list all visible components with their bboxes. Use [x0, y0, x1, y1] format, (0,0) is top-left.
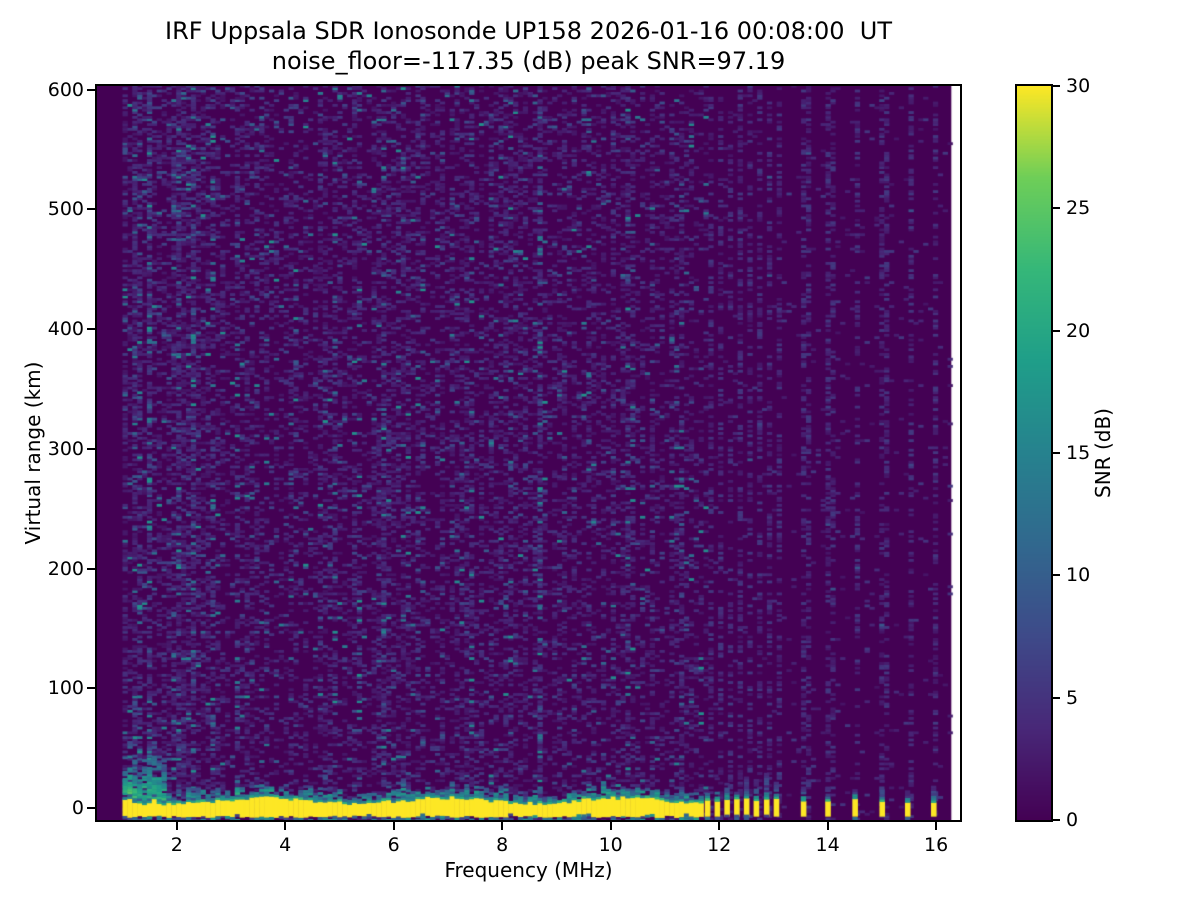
colorbar-tick-label: 15 [1066, 442, 1091, 464]
x-tick-label: 8 [496, 834, 509, 856]
x-tick-label: 10 [598, 834, 623, 856]
colorbar-tick [1053, 329, 1060, 332]
y-tick [87, 208, 95, 211]
x-tick [609, 822, 612, 830]
heatmap-canvas [97, 86, 960, 820]
colorbar-tick-label: 30 [1066, 75, 1091, 97]
y-tick [87, 328, 95, 331]
y-tick-label: 600 [47, 78, 84, 101]
x-tick-label: 14 [815, 834, 840, 856]
x-axis-label: Frequency (MHz) [444, 858, 613, 882]
x-tick [718, 822, 721, 830]
x-tick [284, 822, 287, 830]
colorbar-tick-label: 25 [1066, 197, 1091, 220]
colorbar-tick [1053, 819, 1060, 821]
x-tick [501, 822, 504, 830]
y-tick [87, 567, 95, 570]
y-tick-label: 200 [47, 557, 84, 580]
colorbar-tick [1053, 574, 1060, 577]
colorbar-tick [1053, 85, 1060, 87]
y-tick-label: 300 [47, 437, 84, 460]
colorbar-tick [1053, 207, 1060, 210]
x-tick [935, 822, 938, 830]
x-tick-label: 4 [279, 834, 292, 856]
y-tick [87, 807, 95, 810]
x-tick [392, 822, 395, 830]
x-tick-label: 2 [170, 834, 183, 856]
colorbar [1015, 84, 1053, 822]
x-tick-label: 12 [707, 834, 732, 856]
colorbar-tick [1053, 696, 1060, 699]
y-tick [87, 88, 95, 91]
y-tick-label: 500 [47, 198, 84, 221]
x-tick [175, 822, 178, 830]
x-tick-label: 6 [387, 834, 400, 856]
colorbar-tick [1053, 452, 1060, 454]
colorbar-tick-label: 5 [1066, 686, 1079, 709]
x-tick [826, 822, 829, 830]
figure-subtitle: noise_floor=-117.35 (dB) peak SNR=97.19 [271, 47, 786, 75]
colorbar-gradient [1017, 86, 1051, 820]
y-tick-label: 400 [47, 318, 84, 341]
colorbar-tick-label: 20 [1066, 319, 1091, 342]
figure-title: IRF Uppsala SDR Ionosonde UP158 2026-01-… [165, 17, 892, 45]
colorbar-tick-label: 0 [1066, 809, 1079, 831]
colorbar-tick-label: 10 [1066, 564, 1091, 587]
y-tick-label: 0 [71, 797, 84, 820]
y-tick-label: 100 [47, 677, 84, 700]
y-tick [87, 447, 95, 450]
ionogram-figure: IRF Uppsala SDR Ionosonde UP158 2026-01-… [0, 0, 1200, 900]
y-tick [87, 687, 95, 690]
x-tick-label: 16 [924, 834, 949, 856]
ionogram-plot [95, 84, 962, 822]
